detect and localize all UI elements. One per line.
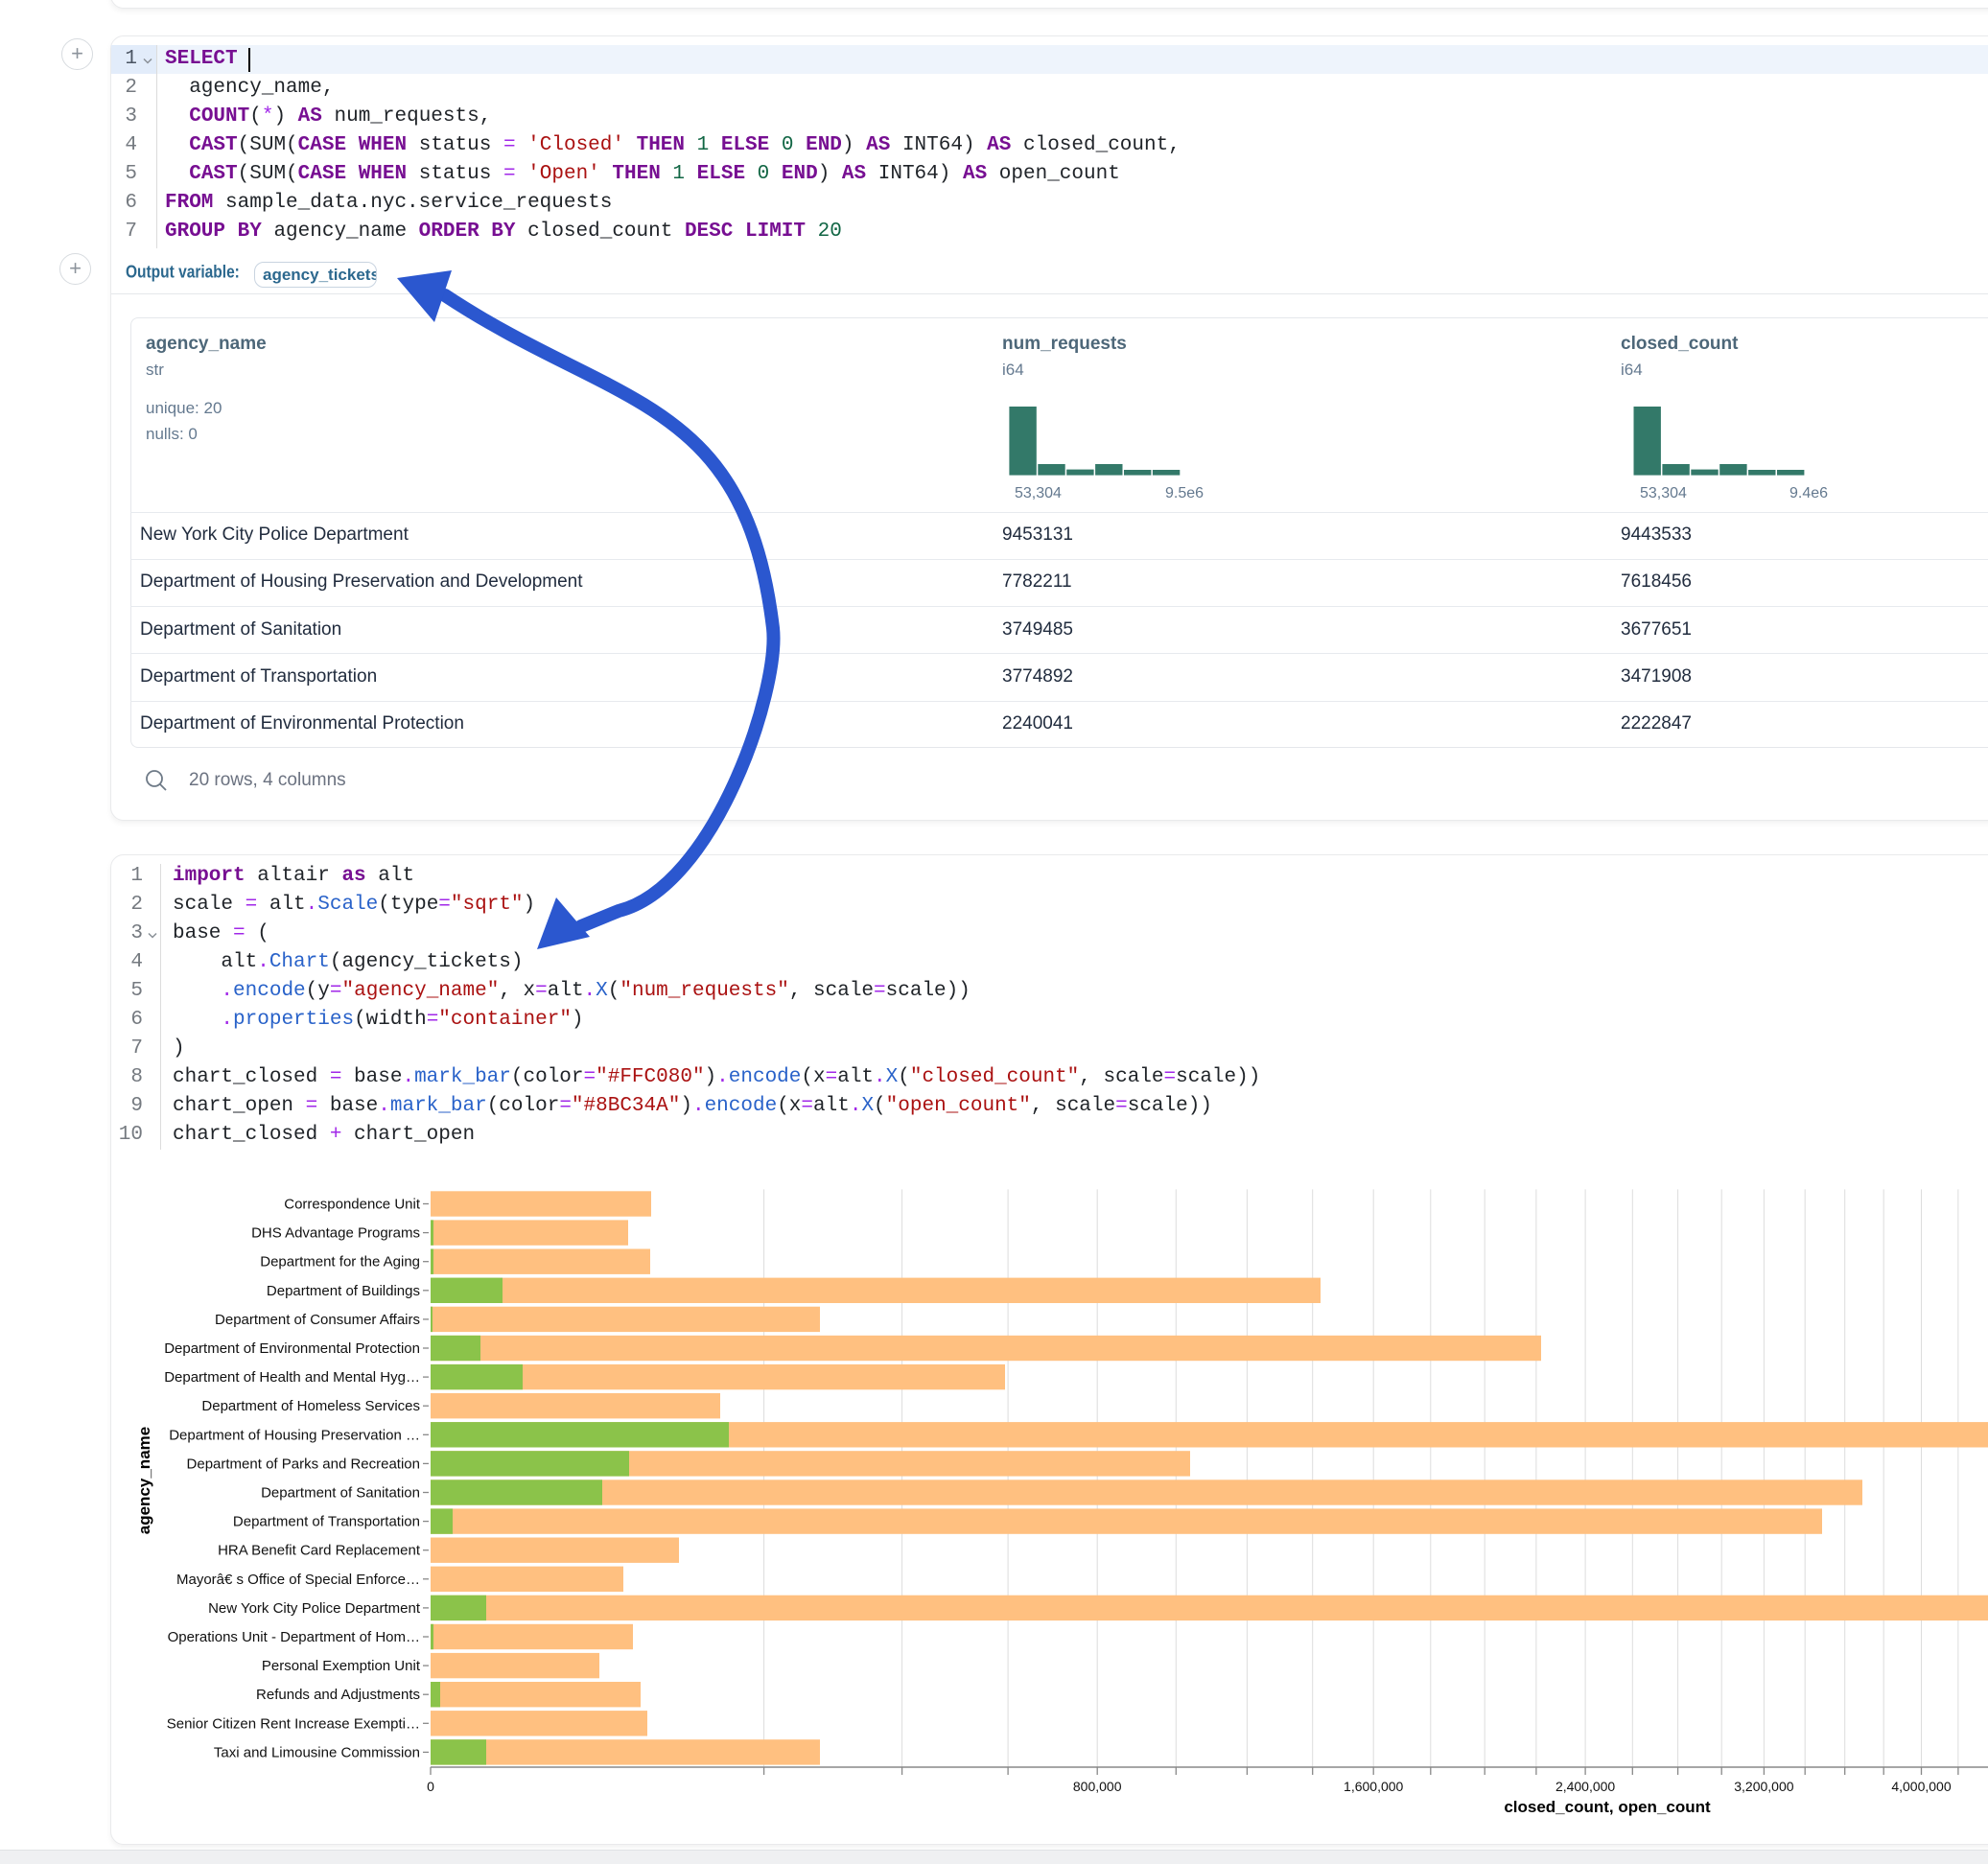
svg-text:3,200,000: 3,200,000 xyxy=(1734,1779,1793,1794)
svg-text:Department of Health and Menta: Department of Health and Mental Hyg… xyxy=(164,1369,420,1386)
svg-text:Mayorâ€ s Office of Special En: Mayorâ€ s Office of Special Enforce… xyxy=(176,1572,420,1588)
svg-text:HRA Benefit Card Replacement: HRA Benefit Card Replacement xyxy=(218,1543,421,1559)
svg-text:4,000,000: 4,000,000 xyxy=(1891,1779,1951,1794)
svg-text:0: 0 xyxy=(427,1779,434,1794)
svg-text:New York City Police Departmen: New York City Police Department xyxy=(208,1600,421,1617)
svg-text:Department of Housing Preserva: Department of Housing Preservation … xyxy=(169,1427,420,1443)
svg-text:Department of Buildings: Department of Buildings xyxy=(267,1283,420,1299)
svg-text:Department of Parks and Recrea: Department of Parks and Recreation xyxy=(187,1456,420,1472)
svg-text:Personal Exemption Unit: Personal Exemption Unit xyxy=(262,1658,421,1674)
svg-text:agency_name: agency_name xyxy=(135,1427,153,1534)
svg-text:Department of Homeless Service: Department of Homeless Services xyxy=(201,1398,420,1414)
svg-text:800,000: 800,000 xyxy=(1073,1779,1122,1794)
svg-text:DHS Advantage Programs: DHS Advantage Programs xyxy=(251,1225,420,1242)
svg-text:Department of Sanitation: Department of Sanitation xyxy=(261,1485,420,1502)
svg-text:Taxi and Limousine Commission: Taxi and Limousine Commission xyxy=(214,1744,420,1760)
svg-text:1,600,000: 1,600,000 xyxy=(1344,1779,1403,1794)
svg-text:Department of Transportation: Department of Transportation xyxy=(233,1514,420,1530)
svg-text:Correspondence Unit: Correspondence Unit xyxy=(284,1197,421,1213)
svg-text:Refunds and Adjustments: Refunds and Adjustments xyxy=(256,1687,420,1703)
svg-text:Department of Consumer Affairs: Department of Consumer Affairs xyxy=(215,1312,420,1328)
svg-text:Senior Citizen Rent Increase E: Senior Citizen Rent Increase Exempti… xyxy=(167,1715,420,1732)
svg-text:Department for the Aging: Department for the Aging xyxy=(260,1254,420,1270)
svg-text:Operations Unit - Department o: Operations Unit - Department of Hom… xyxy=(168,1629,420,1645)
svg-text:Department of Environmental Pr: Department of Environmental Protection xyxy=(164,1340,420,1357)
svg-text:2,400,000: 2,400,000 xyxy=(1555,1779,1615,1794)
svg-text:closed_count, open_count: closed_count, open_count xyxy=(1504,1798,1711,1816)
